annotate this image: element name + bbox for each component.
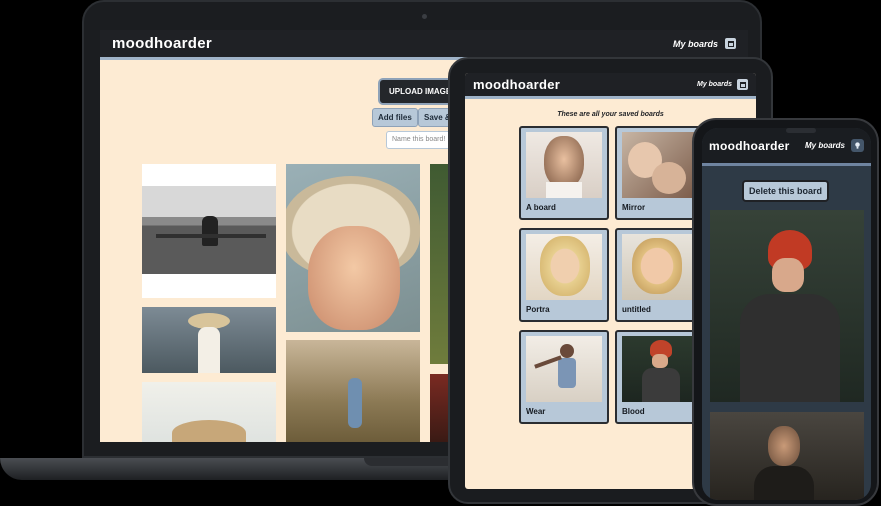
delete-board-button[interactable]: Delete this board — [742, 180, 830, 202]
phone-speaker — [786, 128, 816, 133]
app-logo[interactable]: moodhoarder — [709, 139, 790, 153]
boards-icon — [725, 38, 736, 49]
board-thumbnail — [526, 234, 602, 300]
laptop-camera — [422, 14, 427, 19]
my-boards-link[interactable]: My boards — [805, 141, 845, 150]
lightbulb-icon[interactable] — [851, 139, 864, 152]
board-label: Portra — [526, 305, 550, 314]
add-files-button[interactable]: Add files — [372, 108, 418, 127]
my-boards-link[interactable]: My boards — [673, 38, 736, 49]
phone-image-dark-portrait[interactable] — [710, 412, 864, 500]
board-card[interactable]: Portra — [519, 228, 609, 322]
phone-device: moodhoarder My boards Delete this board — [692, 118, 879, 506]
my-boards-label: My boards — [672, 38, 718, 49]
laptop-image-bottom-hat[interactable] — [142, 382, 276, 442]
phone-image-red-headscarf[interactable] — [710, 210, 864, 402]
tablet-navbar: moodhoarder My boards — [465, 73, 756, 99]
board-thumbnail — [622, 234, 698, 300]
laptop-image-boat-photo[interactable] — [142, 164, 276, 298]
board-label: Wear — [526, 407, 546, 416]
board-thumbnail — [526, 132, 602, 198]
board-thumbnail — [622, 132, 698, 198]
board-label: A board — [526, 203, 556, 212]
saved-boards-heading: These are all your saved boards — [557, 111, 664, 118]
laptop-image-field-woman[interactable] — [286, 340, 420, 442]
my-boards-label: My boards — [696, 81, 732, 88]
board-label: untitled — [622, 305, 651, 314]
phone-screen: moodhoarder My boards Delete this board — [702, 128, 871, 500]
phone-navbar: moodhoarder My boards — [702, 128, 871, 166]
board-thumbnail — [526, 336, 602, 402]
board-label: Blood — [622, 407, 645, 416]
my-boards-link[interactable]: My boards — [697, 79, 748, 90]
phone-nav-actions: My boards — [805, 139, 864, 152]
board-label: Mirror — [622, 203, 646, 212]
laptop-image-straw-hat-woman[interactable] — [142, 307, 276, 373]
board-card[interactable]: A board — [519, 126, 609, 220]
app-logo[interactable]: moodhoarder — [112, 35, 212, 52]
boards-icon — [737, 79, 748, 90]
laptop-image-hat-portrait[interactable] — [286, 164, 420, 332]
board-card[interactable]: Wear — [519, 330, 609, 424]
laptop-navbar: moodhoarder My boards — [100, 30, 748, 60]
app-logo[interactable]: moodhoarder — [473, 77, 560, 92]
board-thumbnail — [622, 336, 698, 402]
